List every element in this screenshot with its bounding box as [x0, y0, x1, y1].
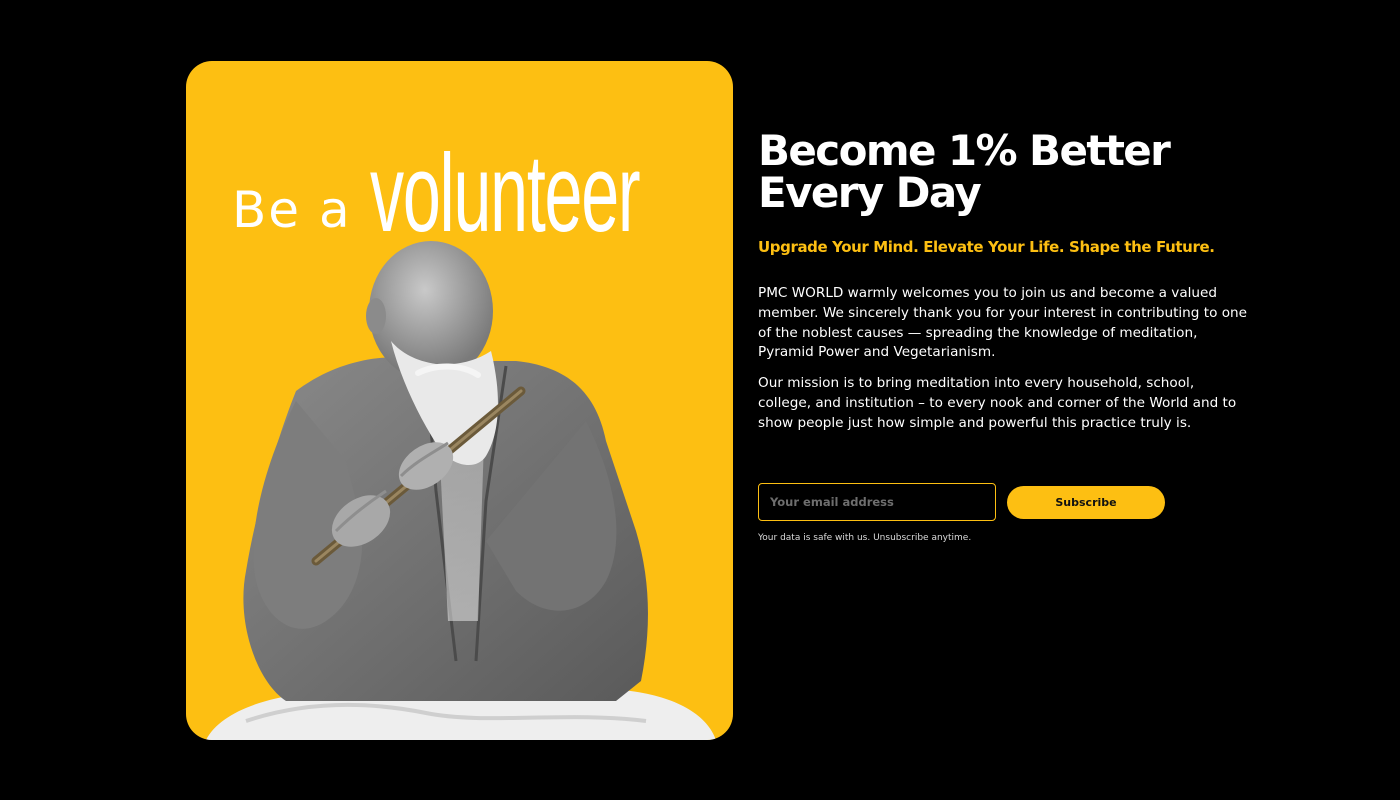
mission-paragraph: Our mission is to bring meditation into … — [758, 375, 1237, 431]
page-title: Become 1% Better Every Day — [758, 130, 1258, 214]
intro-paragraph: PMC WORLD warmly welcomes you to join us… — [758, 285, 1248, 361]
volunteer-content: Become 1% Better Every Day Upgrade Your … — [758, 130, 1258, 434]
subscribe-button[interactable]: Subscribe — [1007, 485, 1165, 519]
title-line-2: Every Day — [758, 168, 982, 217]
page: Be a volunteer Become 1% Better Every Da… — [0, 0, 1400, 800]
volunteer-hero-card: Be a volunteer — [186, 61, 733, 740]
flute-player-photo — [206, 241, 716, 740]
email-input[interactable] — [758, 483, 996, 521]
tagline: Upgrade Your Mind. Elevate Your Life. Sh… — [758, 238, 1215, 256]
privacy-note: Your data is safe with us. Unsubscribe a… — [758, 533, 972, 543]
subscribe-form: Subscribe — [758, 483, 1165, 521]
